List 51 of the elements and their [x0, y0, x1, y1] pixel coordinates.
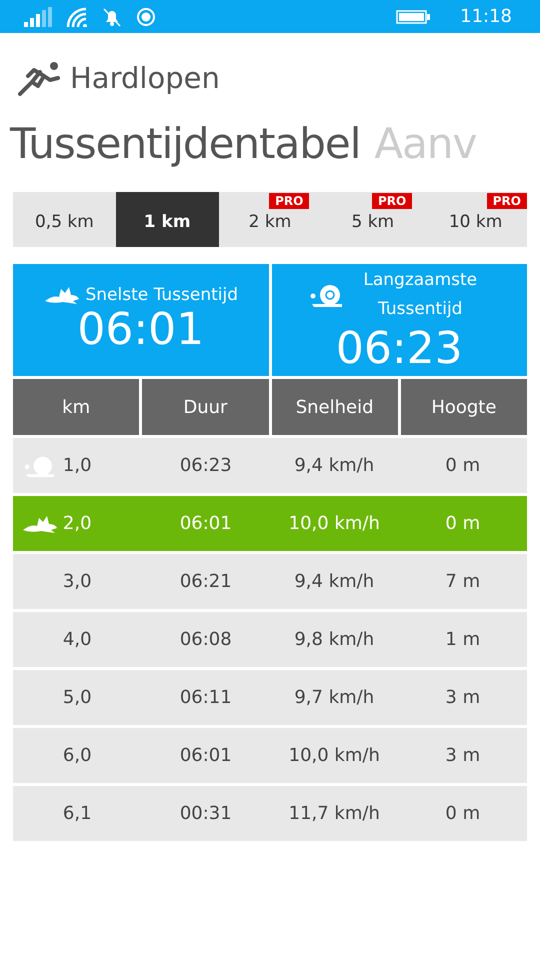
table-cell: 1 m [445, 629, 480, 650]
rabbit-icon [43, 285, 82, 305]
card-label: Snelste Tussentijd [85, 285, 238, 305]
muted-bell-icon [102, 6, 122, 26]
rabbit-icon [21, 514, 59, 534]
table-cell: 6,1 [62, 803, 92, 824]
column-header: Hoogte [400, 379, 527, 435]
table-cell: 10,0 km/h [288, 745, 380, 766]
card-label: Langzaamste Tussentijd [362, 269, 478, 321]
table-cell: 00:31 [180, 803, 232, 824]
battery-icon [396, 10, 430, 24]
pro-badge: PRO [269, 193, 310, 209]
split-time: 06:01 [77, 305, 204, 355]
table-cell: 06:23 [180, 455, 232, 476]
table-cell: 11,7 km/h [288, 803, 380, 824]
table-cell: 06:11 [180, 687, 232, 708]
table-cell: 06:21 [180, 571, 232, 592]
distance-tab[interactable]: 1 km [116, 192, 219, 247]
distance-tab[interactable]: 0,5 km [13, 192, 116, 247]
pro-badge: PRO [486, 193, 527, 209]
table-cell: 06:01 [180, 513, 232, 534]
table-cell: 3 m [445, 745, 480, 766]
table-cell: 10,0 km/h [288, 513, 380, 534]
table-cell: 9,4 km/h [294, 571, 374, 592]
clock-time: 11:18 [460, 6, 512, 27]
table-cell: 4,0 [62, 629, 92, 650]
table-cell: 9,7 km/h [294, 687, 374, 708]
wifi-icon [66, 6, 88, 26]
table-cell: 6,0 [62, 745, 92, 766]
table-cell: 9,8 km/h [294, 629, 374, 650]
pivot-tab[interactable]: Tussentijdentabel [10, 119, 360, 168]
table-cell: 2,0 [62, 513, 92, 534]
table-cell: 06:01 [180, 745, 232, 766]
table-cell: 9,4 km/h [294, 455, 374, 476]
circle-icon [136, 6, 156, 26]
app-title: Hardlopen [70, 61, 220, 95]
split-time: 06:23 [336, 324, 463, 374]
table-cell: 06:08 [180, 629, 232, 650]
table-cell: 1,0 [62, 455, 92, 476]
table-cell: 3,0 [62, 571, 92, 592]
signal-icon [24, 6, 52, 26]
column-header: Duur [142, 379, 268, 435]
table-cell: 0 m [445, 513, 480, 534]
table-cell: 0 m [445, 455, 480, 476]
column-header: km [13, 379, 140, 435]
column-header: Snelheid [272, 379, 398, 435]
table-cell: 0 m [445, 803, 480, 824]
table-cell: 7 m [445, 571, 480, 592]
table-cell: 5,0 [62, 687, 92, 708]
table-cell: 3 m [445, 687, 480, 708]
pro-badge: PRO [372, 193, 412, 209]
